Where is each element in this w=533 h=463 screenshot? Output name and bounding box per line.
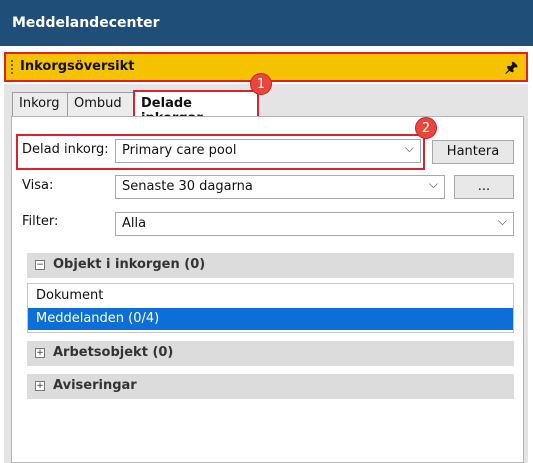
chevron-down-icon: ⌵ xyxy=(428,177,438,191)
expand-icon[interactable]: + xyxy=(35,381,45,391)
chevron-down-icon: ⌵ xyxy=(497,214,507,228)
shared-inbox-label: Delad inkorg: xyxy=(22,142,109,157)
panel-title: Inkorgsöversikt xyxy=(20,59,135,74)
section-inbox-items[interactable]: − Objekt i inkorgen (0) xyxy=(27,253,514,278)
section-notifications[interactable]: + Aviseringar xyxy=(27,374,514,399)
more-options-button[interactable]: ... xyxy=(454,175,514,199)
shared-inbox-value: Primary care pool xyxy=(122,143,237,158)
tab-delade-inkorgar[interactable]: Delade inkorgar xyxy=(133,90,259,126)
pin-icon[interactable]: 🖈︎ xyxy=(505,57,518,81)
collapse-icon[interactable]: − xyxy=(35,260,45,270)
list-item-messages[interactable]: Meddelanden (0/4) xyxy=(28,308,513,330)
filter-select[interactable]: Alla ⌵ xyxy=(115,212,514,236)
tab-ombud[interactable]: Ombud xyxy=(67,92,134,116)
expand-icon[interactable]: + xyxy=(35,348,45,358)
chevron-down-icon: ⌵ xyxy=(404,141,414,155)
callout-marker-1: 1 xyxy=(250,73,272,95)
show-period-value: Senaste 30 dagarna xyxy=(122,179,253,194)
manage-button[interactable]: Hantera xyxy=(432,140,514,164)
filter-label: Filter: xyxy=(22,214,59,229)
section-title: Arbetsobjekt (0) xyxy=(53,345,174,360)
section-title: Aviseringar xyxy=(53,378,137,393)
tab-inkorg[interactable]: Inkorg xyxy=(12,92,68,116)
inbox-item-list: Dokument Meddelanden (0/4) xyxy=(27,283,514,333)
list-item-documents[interactable]: Dokument xyxy=(28,285,513,307)
drag-grip-icon[interactable] xyxy=(11,60,13,74)
show-label: Visa: xyxy=(22,178,54,193)
section-title: Objekt i inkorgen (0) xyxy=(53,257,206,272)
callout-marker-2: 2 xyxy=(415,117,437,139)
show-period-select[interactable]: Senaste 30 dagarna ⌵ xyxy=(115,175,445,199)
shared-inbox-select[interactable]: Primary care pool ⌵ xyxy=(115,139,421,163)
filter-value: Alla xyxy=(122,216,147,231)
section-work-items[interactable]: + Arbetsobjekt (0) xyxy=(27,341,514,366)
window-title: Meddelandecenter xyxy=(0,0,533,46)
